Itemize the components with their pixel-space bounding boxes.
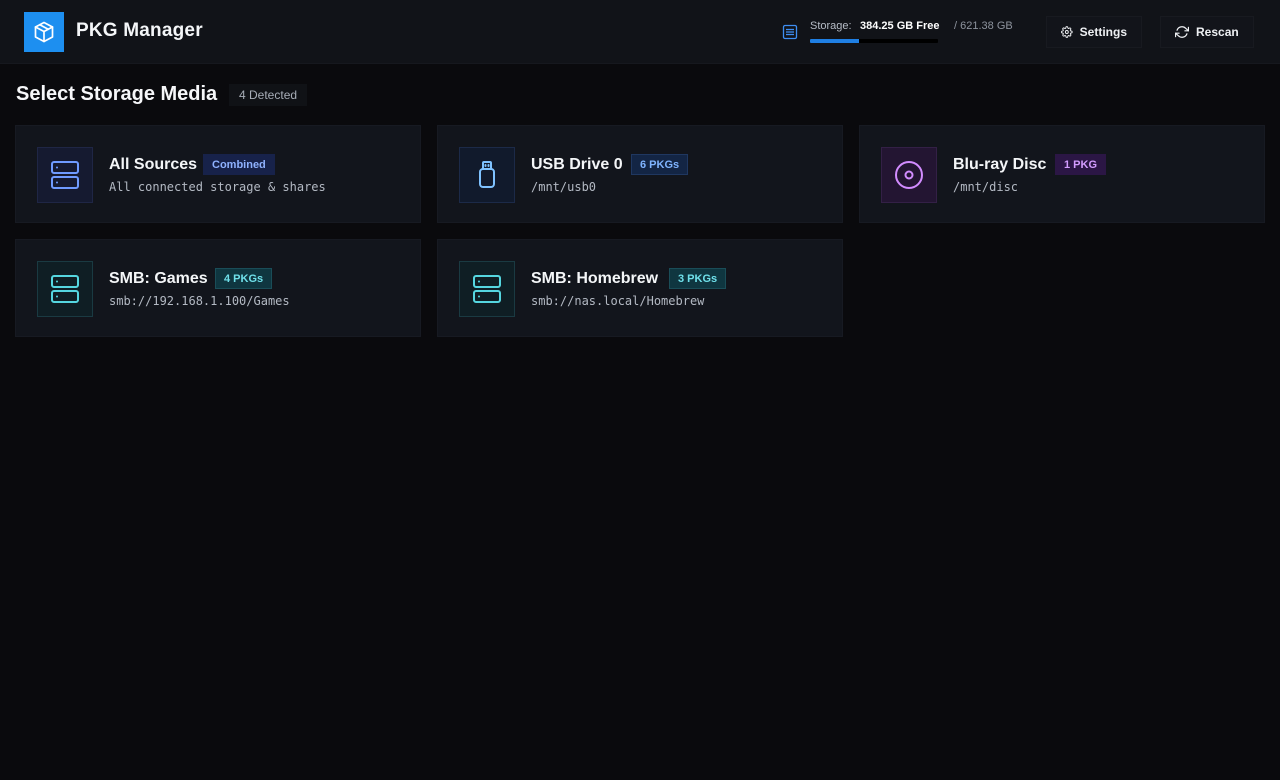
- source-card-smb-homebrew[interactable]: SMB: Homebrew 3 PKGs smb://nas.local/Hom…: [437, 239, 843, 337]
- source-path: /mnt/usb0: [531, 180, 597, 194]
- network-server-icon: [37, 261, 93, 317]
- app-title: PKG Manager: [76, 20, 203, 41]
- source-path: smb://192.168.1.100/Games: [109, 294, 290, 308]
- source-title: Blu-ray Disc: [953, 156, 1047, 173]
- source-card-blu-ray-disc[interactable]: Blu-ray Disc 1 PKG /mnt/disc: [859, 125, 1265, 223]
- source-title: All Sources: [109, 156, 198, 173]
- source-badge: Combined: [203, 154, 275, 175]
- top-bar: PKG Manager Storage: 384.25 GB Free / 62…: [0, 0, 1280, 64]
- source-badge: 6 PKGs: [631, 154, 689, 175]
- source-path: /mnt/disc: [953, 180, 1019, 194]
- source-title: SMB: Homebrew: [531, 270, 659, 287]
- storage-total: / 621.38 GB: [954, 20, 1013, 32]
- storage-free: 384.25 GB Free: [860, 20, 940, 32]
- source-badge: 1 PKG: [1055, 154, 1107, 175]
- package-box-icon: [24, 12, 64, 52]
- settings-label: Settings: [1079, 25, 1127, 39]
- source-card-smb-games[interactable]: SMB: Games 4 PKGs smb://192.168.1.100/Ga…: [15, 239, 421, 337]
- rescan-button[interactable]: Rescan: [1160, 16, 1254, 48]
- storage-icon: [782, 24, 798, 40]
- storage-label: Storage:: [810, 20, 852, 32]
- source-badge: 4 PKGs: [215, 268, 273, 289]
- source-title: SMB: Games: [109, 270, 208, 287]
- refresh-icon: [1175, 26, 1189, 38]
- source-path: All connected storage & shares: [109, 180, 326, 194]
- source-card-all-sources[interactable]: All Sources Combined All connected stora…: [15, 125, 421, 223]
- storage-indicator: Storage: 384.25 GB Free / 621.38 GB: [782, 18, 1022, 46]
- storage-usage-fill: [810, 39, 859, 43]
- source-path: smb://nas.local/Homebrew: [531, 294, 705, 308]
- source-title: USB Drive 0: [531, 156, 623, 173]
- storage-usage-bar: [810, 39, 938, 43]
- usb-drive-icon: [459, 147, 515, 203]
- rescan-label: Rescan: [1196, 25, 1239, 39]
- source-badge: 3 PKGs: [669, 268, 727, 289]
- detected-count-badge: 4 Detected: [229, 84, 308, 106]
- gear-icon: [1061, 26, 1073, 38]
- network-server-icon: [459, 261, 515, 317]
- disc-icon: [881, 147, 937, 203]
- source-card-usb-drive-0[interactable]: USB Drive 0 6 PKGs /mnt/usb0: [437, 125, 843, 223]
- server-stack-icon: [37, 147, 93, 203]
- page-title: Select Storage Media: [16, 83, 218, 105]
- settings-button[interactable]: Settings: [1046, 16, 1142, 48]
